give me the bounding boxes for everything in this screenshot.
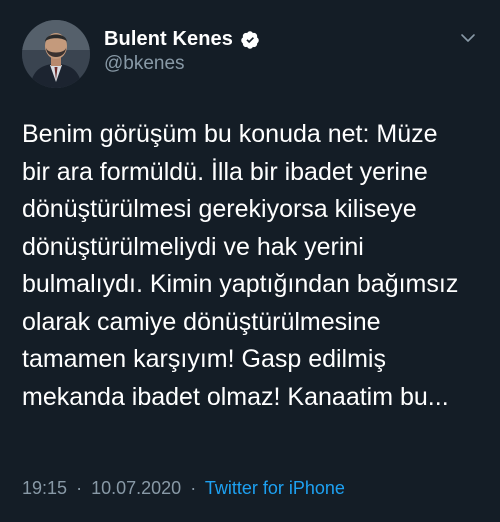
tweet-line: Benim görüşüm bu konuda net: Müze bbox=[22, 120, 438, 148]
tweet-source-link[interactable]: Twitter for iPhone bbox=[205, 478, 345, 498]
tweet-line: olarak camiye dönüştürülmesine bbox=[22, 307, 381, 336]
tweet-line: mekanda ibadet olmaz! Kanaatim bu... bbox=[22, 382, 449, 411]
tweet-card: Bulent Kenes @bkenes Benim görüşüm bu ko… bbox=[0, 0, 500, 522]
tweet-time[interactable]: 19:15 bbox=[22, 478, 67, 498]
profile-photo-icon bbox=[22, 20, 90, 88]
meta-separator: · bbox=[190, 478, 197, 498]
tweet-line: tamamen karşıyım! Gasp edilmiş bbox=[22, 345, 386, 373]
verified-badge-icon bbox=[240, 30, 260, 50]
tweet-text: Benim görüşüm bu konuda net: Müze bir ar… bbox=[22, 116, 492, 416]
meta-separator: · bbox=[76, 478, 83, 498]
tweet-line: dönüştürülmesi gerekiyorsa kiliseye bbox=[22, 195, 417, 223]
tweet-line: bir ara formüldü. İlla bir ibadet yerine bbox=[22, 157, 428, 186]
display-name[interactable]: Bulent Kenes bbox=[104, 28, 233, 51]
chevron-down-icon[interactable] bbox=[458, 28, 478, 48]
name-row: Bulent Kenes bbox=[104, 28, 260, 51]
tweet-line: bulmalıydı. Kimin yaptığından bağımsız bbox=[22, 270, 459, 298]
tweet-line: dönüştürülmeliydi ve hak yerini bbox=[22, 232, 364, 261]
tweet-date[interactable]: 10.07.2020 bbox=[91, 478, 181, 498]
user-handle[interactable]: @bkenes bbox=[104, 53, 185, 75]
tweet-meta: 19:15 · 10.07.2020 · Twitter for iPhone bbox=[22, 478, 345, 499]
avatar[interactable] bbox=[22, 20, 90, 88]
